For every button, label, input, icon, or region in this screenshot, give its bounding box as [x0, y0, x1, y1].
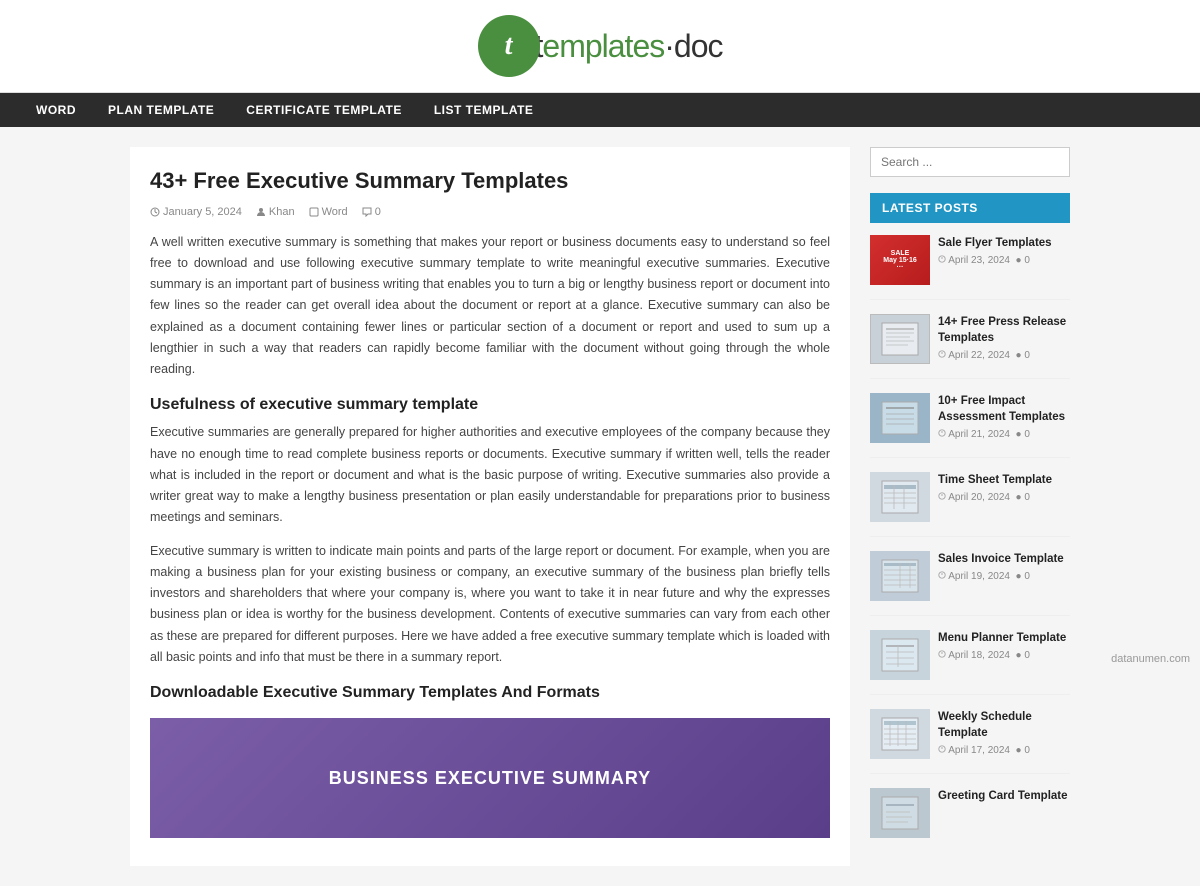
watermark-text: datanumen.com [1111, 653, 1190, 665]
post-title[interactable]: Greeting Card Template [938, 788, 1070, 804]
article-heading-1: Usefulness of executive summary template [150, 396, 830, 414]
press-release-icon [880, 321, 920, 357]
clock-icon [938, 492, 946, 500]
logo-text: templates·doc [535, 28, 723, 65]
nav-word[interactable]: WORD [20, 93, 92, 127]
thumb-label: SALEMay 15·16··· [883, 250, 916, 271]
main-nav: WORD PLAN TEMPLATE CERTIFICATE TEMPLATE … [0, 93, 1200, 127]
list-item: Time Sheet Template April 20, 2024 ● 0 [870, 472, 1070, 537]
nav-plan-template[interactable]: PLAN TEMPLATE [92, 93, 230, 127]
nav-certificate-template[interactable]: CERTIFICATE TEMPLATE [230, 93, 418, 127]
menu-planner-icon [880, 637, 920, 673]
post-title[interactable]: Weekly Schedule Template [938, 709, 1070, 741]
article-date: January 5, 2024 [150, 206, 242, 218]
post-title[interactable]: 14+ Free Press Release Templates [938, 314, 1070, 346]
post-meta: April 23, 2024 ● 0 [938, 255, 1070, 266]
post-info: Time Sheet Template April 20, 2024 ● 0 [938, 472, 1070, 522]
post-thumbnail [870, 393, 930, 443]
impact-assessment-icon [880, 400, 920, 436]
post-info: Greeting Card Template [938, 788, 1070, 838]
clock-icon [938, 350, 946, 358]
person-icon [256, 207, 266, 217]
article-category: Word [309, 206, 348, 218]
post-thumbnail [870, 630, 930, 680]
logo[interactable]: templates·doc [478, 15, 723, 77]
article-comments: 0 [362, 206, 381, 218]
post-thumbnail [870, 709, 930, 759]
clock-icon [938, 650, 946, 658]
search-container [870, 147, 1070, 177]
schedule-icon [880, 716, 920, 752]
list-item: Menu Planner Template April 18, 2024 ● 0 [870, 630, 1070, 695]
post-thumbnail [870, 551, 930, 601]
post-title[interactable]: Sale Flyer Templates [938, 235, 1070, 251]
article-author: Khan [256, 206, 295, 218]
post-info: Sales Invoice Template April 19, 2024 ● … [938, 551, 1070, 601]
nav-list-template[interactable]: LIST TEMPLATE [418, 93, 550, 127]
clock-icon [938, 745, 946, 753]
article-para-2: Executive summaries are generally prepar… [150, 422, 830, 528]
page-container: 43+ Free Executive Summary Templates Jan… [120, 127, 1080, 886]
post-thumbnail [870, 788, 930, 838]
clock-icon [938, 429, 946, 437]
main-content: 43+ Free Executive Summary Templates Jan… [130, 147, 850, 866]
post-meta: April 18, 2024 ● 0 [938, 650, 1070, 661]
post-info: 10+ Free Impact Assessment Templates Apr… [938, 393, 1070, 443]
search-input[interactable] [870, 147, 1070, 177]
post-thumbnail [870, 472, 930, 522]
post-meta: April 17, 2024 ● 0 [938, 745, 1070, 756]
post-meta: April 21, 2024 ● 0 [938, 429, 1070, 440]
calendar-icon [150, 207, 160, 217]
latest-posts-header: LATEST POSTS [870, 193, 1070, 223]
timesheet-icon [880, 479, 920, 515]
clock-icon [938, 571, 946, 579]
article-para-3: Executive summary is written to indicate… [150, 541, 830, 669]
comment-icon [362, 207, 372, 217]
list-item: Greeting Card Template [870, 788, 1070, 852]
post-thumbnail: SALEMay 15·16··· [870, 235, 930, 285]
list-item: 14+ Free Press Release Templates April 2… [870, 314, 1070, 379]
article-image-text: BUSINESS EXECUTIVE SUMMARY [329, 768, 651, 789]
article-title: 43+ Free Executive Summary Templates [150, 167, 830, 196]
site-header: templates·doc [0, 0, 1200, 93]
post-title[interactable]: 10+ Free Impact Assessment Templates [938, 393, 1070, 425]
greeting-icon [880, 795, 920, 831]
post-info: 14+ Free Press Release Templates April 2… [938, 314, 1070, 364]
post-info: Sale Flyer Templates April 23, 2024 ● 0 [938, 235, 1070, 285]
list-item: SALEMay 15·16··· Sale Flyer Templates Ap… [870, 235, 1070, 300]
post-info: Weekly Schedule Template April 17, 2024 … [938, 709, 1070, 759]
post-title[interactable]: Menu Planner Template [938, 630, 1070, 646]
logo-icon [478, 15, 540, 77]
tag-icon [309, 207, 319, 217]
post-info: Menu Planner Template April 18, 2024 ● 0 [938, 630, 1070, 680]
invoice-icon [880, 558, 920, 594]
article-heading-2: Downloadable Executive Summary Templates… [150, 684, 830, 702]
post-meta: April 22, 2024 ● 0 [938, 350, 1070, 361]
article-image: BUSINESS EXECUTIVE SUMMARY [150, 718, 830, 838]
list-item: Weekly Schedule Template April 17, 2024 … [870, 709, 1070, 774]
sidebar: LATEST POSTS SALEMay 15·16··· Sale Flyer… [870, 147, 1070, 866]
clock-icon [938, 255, 946, 263]
list-item: 10+ Free Impact Assessment Templates Apr… [870, 393, 1070, 458]
list-item: Sales Invoice Template April 19, 2024 ● … [870, 551, 1070, 616]
post-title[interactable]: Sales Invoice Template [938, 551, 1070, 567]
article-para-1: A well written executive summary is some… [150, 232, 830, 381]
article-body: A well written executive summary is some… [150, 232, 830, 839]
post-thumbnail [870, 314, 930, 364]
post-meta: April 19, 2024 ● 0 [938, 571, 1070, 582]
post-title[interactable]: Time Sheet Template [938, 472, 1070, 488]
post-meta: April 20, 2024 ● 0 [938, 492, 1070, 503]
article-meta: January 5, 2024 Khan Word 0 [150, 206, 830, 218]
